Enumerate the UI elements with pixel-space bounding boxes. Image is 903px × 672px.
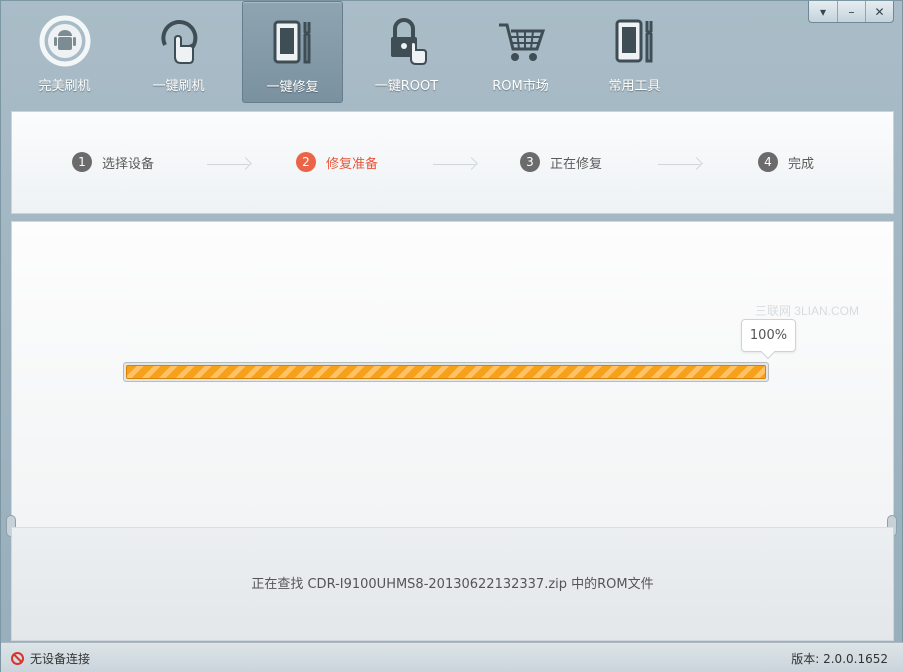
- minimize-button[interactable]: –: [837, 1, 865, 22]
- progress-percent-tooltip: 100%: [741, 319, 796, 352]
- step-1: 1 选择设备: [72, 152, 154, 172]
- toolbar-one-click-root[interactable]: 一键ROOT: [356, 1, 457, 103]
- toolbar-perfect-flash[interactable]: 完美刷机: [14, 1, 115, 103]
- toolbar-label: 一键修复: [266, 80, 319, 95]
- toolbar-label: 完美刷机: [38, 79, 91, 94]
- phone-wrench-icon: [273, 20, 310, 64]
- toolbar-label: 一键ROOT: [374, 79, 439, 94]
- step-3: 3 正在修复: [520, 152, 602, 172]
- shopping-cart-icon: [498, 23, 545, 61]
- main-toolbar: 完美刷机 一键刷机 一键修复 一键ROOT ROM市场 常用工具: [1, 1, 791, 105]
- window-controls: ▾ – ✕: [808, 1, 894, 23]
- progress-bar: [123, 362, 769, 382]
- close-button[interactable]: ✕: [865, 1, 893, 22]
- step-arrow-icon: [207, 164, 249, 165]
- step-number: 4: [758, 152, 778, 172]
- step-number: 3: [520, 152, 540, 172]
- step-label: 正在修复: [550, 156, 603, 172]
- toolbar-rom-market[interactable]: ROM市场: [470, 1, 571, 103]
- step-label: 选择设备: [102, 156, 155, 172]
- toolbar-label: 一键刷机: [152, 79, 205, 94]
- toolbar-common-tools[interactable]: 常用工具: [584, 1, 685, 103]
- watermark: 三联网 3LIAN.COM: [754, 304, 859, 318]
- step-2: 2 修复准备: [296, 152, 378, 172]
- step-number: 1: [72, 152, 92, 172]
- device-status-label: 无设备连接: [30, 652, 91, 666]
- menu-button[interactable]: ▾: [809, 1, 837, 22]
- step-4: 4 完成: [758, 152, 814, 172]
- toolbar-label: ROM市场: [492, 79, 549, 94]
- toolbar-one-click-repair[interactable]: 一键修复: [242, 1, 343, 103]
- version-label: 版本: 2.0.0.1652: [791, 652, 888, 666]
- app-window: 完美刷机 一键刷机 一键修复 一键ROOT ROM市场 常用工具 ▾ – ✕ 1…: [0, 0, 903, 672]
- phone-tools-icon: [615, 19, 652, 63]
- toolbar-one-click-flash[interactable]: 一键刷机: [128, 1, 229, 103]
- android-refresh-icon: [39, 15, 90, 67]
- progress-panel: 三联网 3LIAN.COM 100%: [11, 221, 894, 527]
- step-arrow-icon: [658, 164, 700, 165]
- steps-panel: 1 选择设备 2 修复准备 3 正在修复 4 完成: [11, 111, 894, 214]
- step-label: 修复准备: [326, 156, 379, 172]
- lock-hand-icon: [390, 18, 427, 65]
- status-message: 正在查找 CDR-I9100UHMS8-20130622132337.zip 中…: [251, 577, 654, 592]
- status-bar: 无设备连接 版本: 2.0.0.1652: [1, 642, 903, 672]
- status-area: 正在查找 CDR-I9100UHMS8-20130622132337.zip 中…: [11, 527, 894, 641]
- step-number: 2: [296, 152, 316, 172]
- device-status: 无设备连接: [11, 650, 90, 667]
- toolbar-label: 常用工具: [608, 79, 661, 94]
- no-device-icon: [11, 652, 24, 665]
- step-arrow-icon: [433, 164, 475, 165]
- progress-bar-fill: [126, 365, 766, 379]
- hand-refresh-icon: [160, 20, 197, 64]
- step-label: 完成: [788, 156, 815, 172]
